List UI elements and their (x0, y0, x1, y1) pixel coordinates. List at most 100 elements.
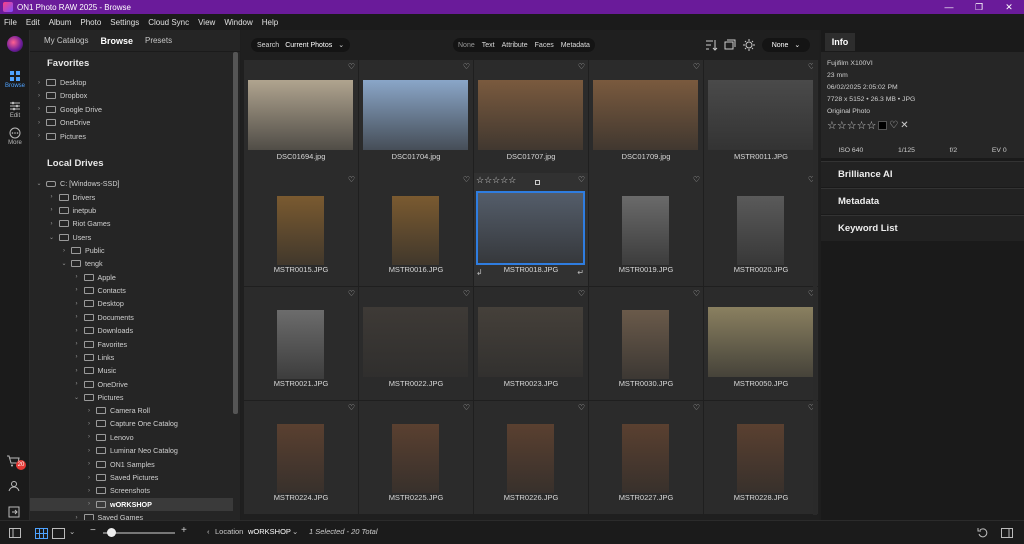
reject-icon[interactable]: ✕ (900, 120, 908, 131)
favorite-desktop[interactable]: › Desktop (30, 76, 233, 89)
right-panel-toggle-icon[interactable] (1001, 528, 1013, 538)
star-rating[interactable]: ☆☆☆☆☆ (827, 119, 876, 132)
heart-icon[interactable]: ♡ (463, 175, 470, 184)
photo-cell[interactable]: ♡ MSTR0022.JPG (359, 287, 473, 400)
heart-icon[interactable]: ♡ (578, 403, 585, 412)
photo-thumbnail[interactable] (476, 191, 585, 265)
favorite-pictures[interactable]: › Pictures (30, 130, 233, 143)
favorite-onedrive[interactable]: › OneDrive (30, 116, 233, 129)
filter-metadata[interactable]: Metadata (561, 42, 590, 49)
tab-info[interactable]: Info (825, 33, 855, 51)
slider-handle[interactable] (107, 528, 116, 537)
chevron-right-icon[interactable]: › (85, 475, 93, 481)
folder-luminar-neo-catalog[interactable]: › Luminar Neo Catalog (30, 444, 233, 457)
folder-favorites[interactable]: › Favorites (30, 338, 233, 351)
drive-c[interactable]: ⌄ C: [Windows-SSD] (30, 177, 233, 190)
photo-cell[interactable]: ♡ MSTR0019.JPG (589, 173, 703, 286)
folder-apple[interactable]: › Apple (30, 271, 233, 284)
photo-thumbnail[interactable] (363, 80, 468, 150)
chevron-right-icon[interactable]: › (73, 301, 81, 307)
photo-thumbnail[interactable] (277, 196, 324, 265)
heart-icon[interactable]: ♡ (348, 62, 355, 71)
chevron-right-icon[interactable]: › (73, 328, 81, 334)
tab-browse[interactable]: Browse (100, 36, 133, 46)
chevron-right-icon[interactable]: › (85, 421, 93, 427)
menu-album[interactable]: Album (49, 18, 72, 27)
photo-thumbnail[interactable] (478, 307, 583, 377)
heart-icon[interactable]: ♡ (693, 289, 700, 298)
photo-cell[interactable]: ♡ MSTR0011.JPG (704, 60, 818, 173)
chevron-right-icon[interactable]: › (85, 448, 93, 454)
chevron-right-icon[interactable]: › (73, 381, 81, 387)
photo-thumbnail[interactable] (622, 310, 669, 379)
undo-icon[interactable] (977, 527, 988, 538)
chevron-right-icon[interactable]: › (73, 274, 81, 280)
photo-cell[interactable]: ♡ MSTR0224.JPG (244, 401, 358, 514)
favorite-google-drive[interactable]: › Google Drive (30, 103, 233, 116)
chevron-down-icon[interactable]: ⌄ (60, 260, 68, 267)
chevron-right-icon[interactable]: › (85, 488, 93, 494)
chevron-right-icon[interactable]: › (73, 354, 81, 360)
folder-desktop[interactable]: › Desktop (30, 297, 233, 310)
photo-thumbnail[interactable] (507, 424, 554, 493)
chevron-right-icon[interactable]: › (60, 248, 68, 254)
sort-order-icon[interactable] (704, 38, 718, 52)
folder-capture-one-catalog[interactable]: › Capture One Catalog (30, 417, 233, 430)
color-label-icon[interactable] (535, 180, 540, 185)
heart-icon[interactable]: ♡ (348, 289, 355, 298)
chevron-right-icon[interactable]: › (48, 221, 56, 227)
location-value[interactable]: wORKSHOP (248, 527, 291, 536)
heart-icon[interactable]: ♡ (463, 289, 470, 298)
photo-cell[interactable]: ♡ MSTR0228.JPG (704, 401, 818, 514)
photo-thumbnail[interactable] (737, 196, 784, 265)
maximize-button[interactable]: ❐ (964, 0, 994, 14)
menu-edit[interactable]: Edit (26, 18, 40, 27)
rotate-right-icon[interactable]: ↵ (577, 268, 584, 277)
folder-onedrive[interactable]: › OneDrive (30, 378, 233, 391)
chevron-right-icon[interactable]: › (35, 133, 43, 139)
folder-camera-roll[interactable]: › Camera Roll (30, 404, 233, 417)
panel-toggle-icon[interactable] (9, 528, 21, 538)
chevron-right-icon[interactable]: › (73, 287, 81, 293)
heart-icon[interactable]: ♡ (348, 175, 355, 184)
heart-icon[interactable]: ♡ (463, 62, 470, 71)
folder-downloads[interactable]: › Downloads (30, 324, 233, 337)
photo-cell[interactable]: ♡ ☆☆☆☆☆ MSTR0018.JPG ↲ ↵ (474, 173, 588, 286)
color-label-icon[interactable] (878, 120, 888, 130)
chevron-right-icon[interactable]: › (48, 194, 56, 200)
brightness-icon[interactable] (742, 38, 756, 52)
folder-pictures[interactable]: ⌄ Pictures (30, 391, 233, 404)
heart-icon[interactable]: ♡ (889, 120, 898, 131)
menu-photo[interactable]: Photo (80, 18, 101, 27)
folder-links[interactable]: › Links (30, 351, 233, 364)
browse-tool[interactable]: Browse (0, 70, 30, 89)
photo-cell[interactable]: ♡ DSC01707.jpg (474, 60, 588, 173)
chevron-right-icon[interactable]: › (35, 80, 43, 86)
section-keyword-list[interactable]: Keyword List (821, 215, 1024, 241)
rotate-left-icon[interactable]: ↲ (476, 268, 483, 277)
menu-window[interactable]: Window (224, 18, 252, 27)
chevron-down-icon[interactable]: ⌄ (69, 527, 75, 536)
section-brilliance-ai[interactable]: Brilliance AI (821, 161, 1024, 187)
photo-thumbnail[interactable] (622, 424, 669, 493)
photo-cell[interactable]: ♡ MSTR0050.JPG (704, 287, 818, 400)
menu-file[interactable]: File (4, 18, 17, 27)
chevron-down-icon[interactable]: ⌄ (35, 180, 43, 187)
chevron-right-icon[interactable]: › (85, 434, 93, 440)
photo-thumbnail[interactable] (392, 196, 439, 265)
chevron-right-icon[interactable]: › (48, 207, 56, 213)
photo-thumbnail[interactable] (363, 307, 468, 377)
folder-contacts[interactable]: › Contacts (30, 284, 233, 297)
detail-view-icon[interactable] (52, 528, 65, 539)
people-icon[interactable] (8, 480, 20, 492)
chevron-right-icon[interactable]: › (73, 341, 81, 347)
folder-saved-pictures[interactable]: › Saved Pictures (30, 471, 233, 484)
photo-thumbnail[interactable] (622, 196, 669, 265)
left-panel-scrollbar[interactable] (233, 52, 238, 414)
search-scope-dropdown[interactable]: Search Current Photos ⌄ (251, 38, 351, 52)
grid-scrollbar[interactable] (813, 60, 817, 515)
chevron-right-icon[interactable]: › (85, 461, 93, 467)
photo-cell[interactable]: ♡ MSTR0226.JPG (474, 401, 588, 514)
photo-cell[interactable]: ♡ MSTR0016.JPG (359, 173, 473, 286)
chevron-right-icon[interactable]: › (85, 408, 93, 414)
